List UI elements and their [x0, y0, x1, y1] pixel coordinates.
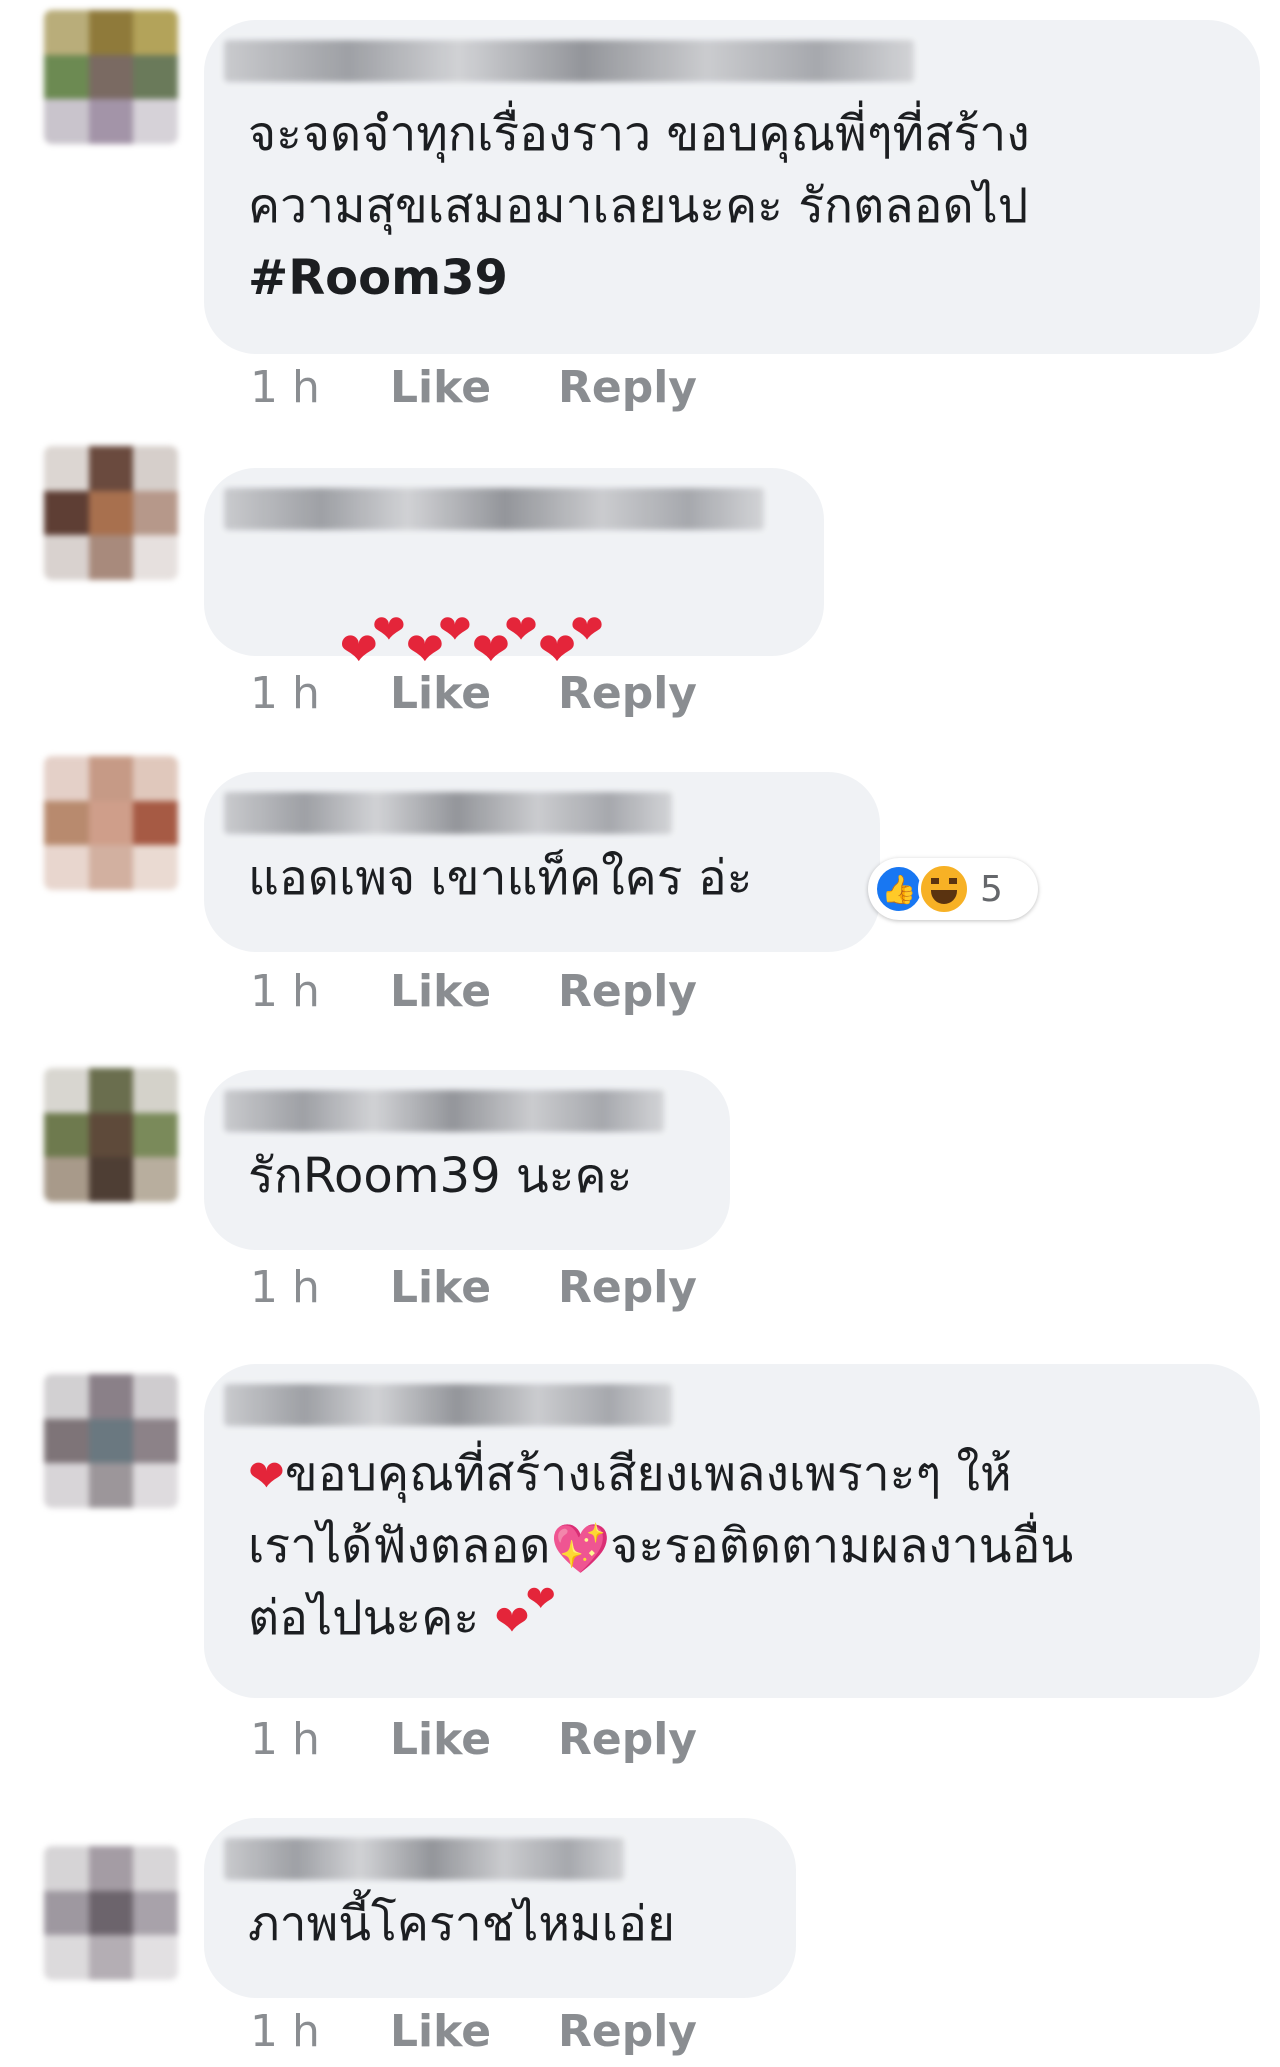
author-name-blurred[interactable] — [224, 40, 914, 82]
comment-bubble: จะจดจำทุกเรื่องราว ขอบคุณพี่ๆที่สร้าง คว… — [204, 20, 1260, 354]
reaction-count: 5 — [980, 868, 1003, 910]
author-name-blurred[interactable] — [224, 1384, 672, 1426]
avatar[interactable] — [44, 446, 178, 580]
comment-bubble: แอดเพจ เขาแท็คใคร อ่ะ — [204, 772, 880, 952]
comment-bubble: รักRoom39 นะคะ — [204, 1070, 730, 1250]
reply-button[interactable]: Reply — [558, 668, 697, 719]
reply-button[interactable]: Reply — [558, 362, 697, 413]
comment-timestamp[interactable]: 1 h — [250, 668, 390, 719]
comment-text: ❤ขอบคุณที่สร้างเสียงเพลงเพราะๆ ให้ เราได… — [248, 1446, 1074, 1646]
heart-emoji-icon: ❤ — [372, 607, 406, 653]
heart-emoji-icon: ❤ — [438, 607, 472, 653]
comment-bubble: ❤ขอบคุณที่สร้างเสียงเพลงเพราะๆ ให้ เราได… — [204, 1364, 1260, 1698]
avatar[interactable] — [44, 1068, 178, 1202]
comment-text: แอดเพจ เขาแท็คใคร อ่ะ — [248, 850, 753, 906]
comment-bubble: ❤❤❤❤❤❤❤❤ — [204, 468, 824, 672]
comment-timestamp[interactable]: 1 h — [250, 362, 390, 413]
reaction-summary[interactable]: 👍 5 — [868, 858, 1038, 920]
author-name-blurred[interactable] — [224, 792, 672, 834]
heart-emoji-icon: ❤ — [570, 607, 604, 653]
comment-actions: 1 h Like Reply — [250, 2006, 697, 2057]
sparkling-heart-icon: 💖 — [550, 1521, 611, 1577]
like-icon: 👍 — [874, 864, 924, 914]
reply-button[interactable]: Reply — [558, 1714, 697, 1765]
haha-icon — [918, 863, 970, 915]
comment-text: ❤❤❤❤❤❤❤❤ — [248, 538, 780, 754]
heart-emoji-icon: ❤ — [494, 1596, 530, 1645]
avatar[interactable] — [44, 756, 178, 890]
comment-actions: 1 h Like Reply — [250, 362, 697, 413]
reply-button[interactable]: Reply — [558, 1262, 697, 1313]
like-button[interactable]: Like — [390, 362, 558, 413]
like-button[interactable]: Like — [390, 1714, 558, 1765]
like-button[interactable]: Like — [390, 1262, 558, 1313]
comment-actions: 1 h Like Reply — [250, 1714, 697, 1765]
comment-bubble: ภาพนี้โคราชไหมเอ่ย — [204, 1818, 796, 1998]
like-button[interactable]: Like — [390, 966, 558, 1017]
author-name-blurred[interactable] — [224, 1838, 624, 1880]
comment-text: จะจดจำทุกเรื่องราว ขอบคุณพี่ๆที่สร้าง คว… — [248, 106, 1030, 306]
reply-button[interactable]: Reply — [558, 966, 697, 1017]
comment-actions: 1 h Like Reply — [250, 1262, 697, 1313]
comment-timestamp[interactable]: 1 h — [250, 1262, 390, 1313]
avatar[interactable] — [44, 1846, 178, 1980]
avatar[interactable] — [44, 10, 178, 144]
like-button[interactable]: Like — [390, 2006, 558, 2057]
like-button[interactable]: Like — [390, 668, 558, 719]
author-name-blurred[interactable] — [224, 488, 764, 530]
hashtag-link[interactable]: #Room39 — [248, 250, 508, 306]
comment-timestamp[interactable]: 1 h — [250, 2006, 390, 2057]
comment-actions: 1 h Like Reply — [250, 668, 697, 719]
comment-actions: 1 h Like Reply — [250, 966, 697, 1017]
author-name-blurred[interactable] — [224, 1090, 664, 1132]
comment-timestamp[interactable]: 1 h — [250, 966, 390, 1017]
reply-button[interactable]: Reply — [558, 2006, 697, 2057]
comment-text: รักRoom39 นะคะ — [248, 1148, 633, 1204]
avatar[interactable] — [44, 1374, 178, 1508]
comment-timestamp[interactable]: 1 h — [250, 1714, 390, 1765]
heart-emoji-icon: ❤ — [504, 607, 538, 653]
comment-text: ภาพนี้โคราชไหมเอ่ย — [248, 1896, 676, 1952]
heart-emoji-icon: ❤ — [248, 1451, 285, 1502]
heart-emoji-icon: ❤ — [525, 1579, 556, 1620]
